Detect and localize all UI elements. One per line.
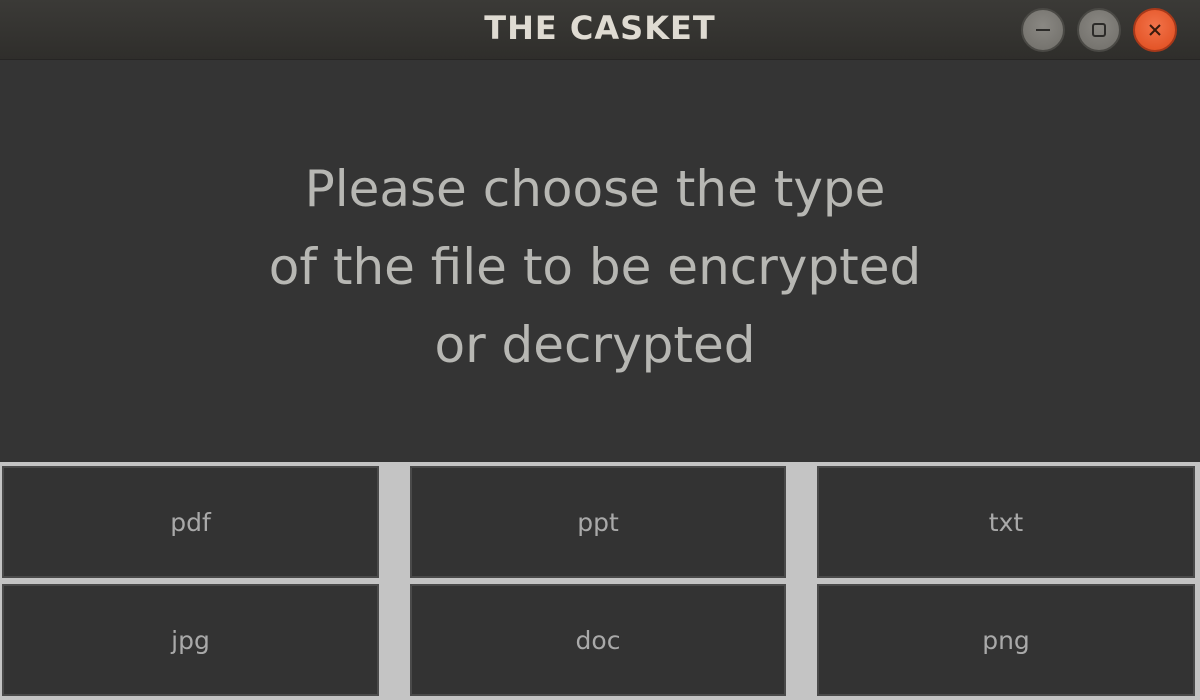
instruction-line-2: of the file to be encrypted bbox=[268, 238, 922, 296]
instruction-line-3: or decrypted bbox=[434, 316, 756, 374]
instruction-line-1: Please choose the type bbox=[304, 160, 886, 218]
app-window: THE CASKET Please choose the type of the… bbox=[0, 0, 1200, 700]
maximize-button[interactable] bbox=[1077, 8, 1121, 52]
ppt-button[interactable]: ppt bbox=[410, 466, 786, 578]
jpg-button[interactable]: jpg bbox=[2, 584, 379, 696]
close-button[interactable] bbox=[1133, 8, 1177, 52]
title-bar[interactable]: THE CASKET bbox=[0, 0, 1200, 60]
maximize-icon bbox=[1092, 23, 1106, 37]
doc-button[interactable]: doc bbox=[410, 584, 786, 696]
minimize-icon bbox=[1036, 29, 1050, 31]
minimize-button[interactable] bbox=[1021, 8, 1065, 52]
pdf-button[interactable]: pdf bbox=[2, 466, 379, 578]
close-icon bbox=[1149, 24, 1161, 36]
txt-button[interactable]: txt bbox=[817, 466, 1195, 578]
png-button[interactable]: png bbox=[817, 584, 1195, 696]
instruction-message: Please choose the type of the file to be… bbox=[150, 150, 1040, 384]
window-title: THE CASKET bbox=[484, 9, 716, 47]
